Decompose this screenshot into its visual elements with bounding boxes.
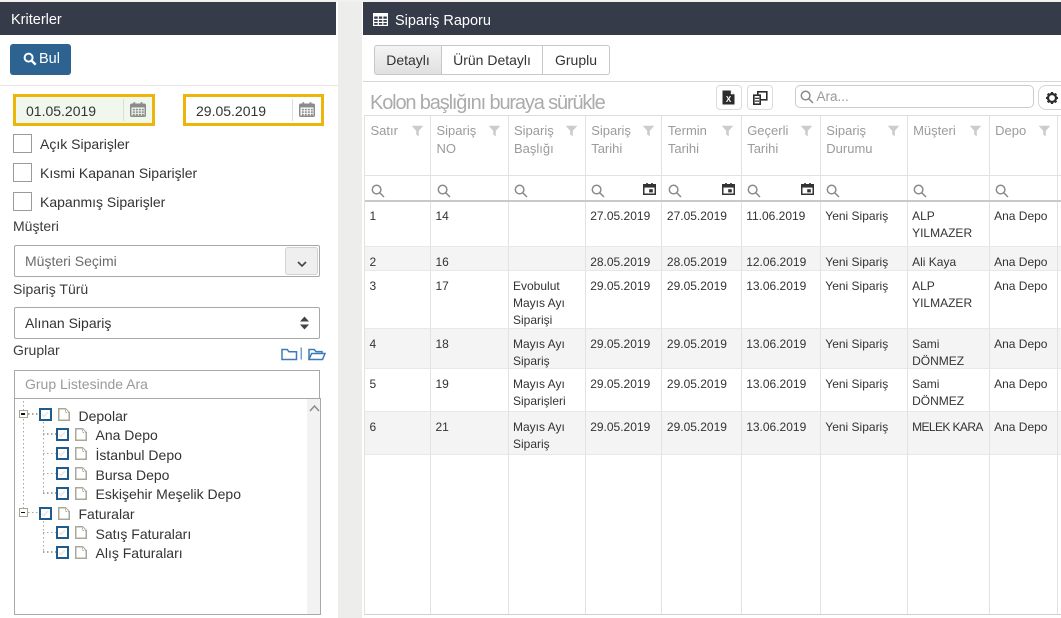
svg-text:X: X [726,95,732,104]
